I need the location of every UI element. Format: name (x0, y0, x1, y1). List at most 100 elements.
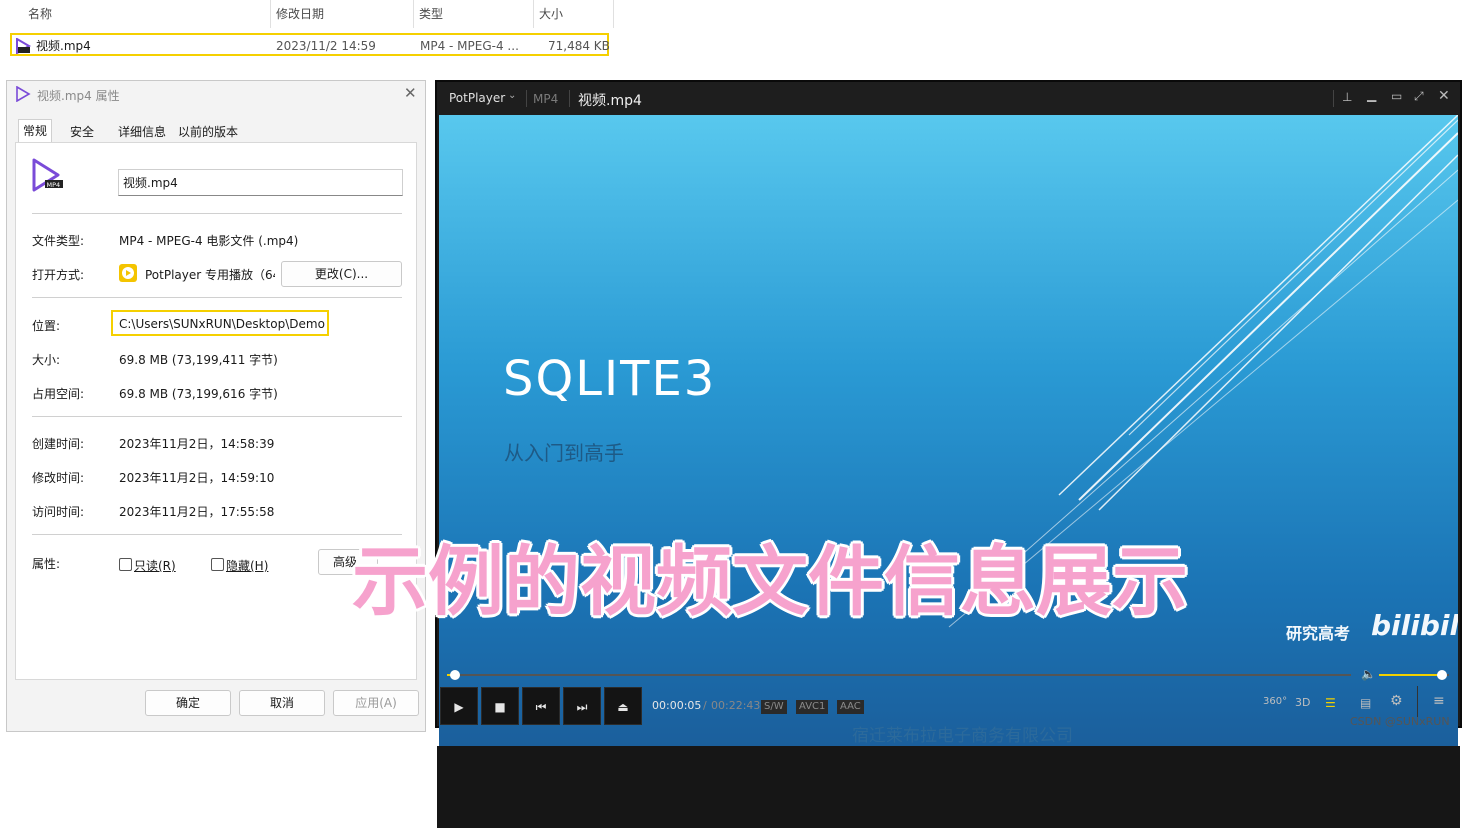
created-value: 2023年11月2日，14:58:39 (119, 437, 275, 451)
potplayer-icon (119, 264, 137, 282)
volume-icon[interactable]: 🔈 (1361, 667, 1376, 681)
slide-decoration-lines (948, 115, 1458, 628)
mp4-file-icon (15, 85, 31, 103)
accessed-label: 访问时间: (32, 505, 85, 519)
stop-button[interactable]: ■ (481, 687, 519, 725)
readonly-checkbox[interactable] (119, 558, 132, 571)
seek-handle[interactable] (449, 670, 460, 680)
modified-label: 修改时间: (32, 471, 85, 485)
file-type-value: MP4 - MPEG-4 电影文件 (.mp4) (119, 234, 299, 248)
accessed-value: 2023年11月2日，17:55:58 (119, 505, 275, 519)
video-title: 视频.mp4 (578, 93, 642, 109)
change-button[interactable]: 更改(C)... (281, 261, 402, 287)
close-icon[interactable]: ✕ (1438, 88, 1450, 104)
fullscreen-icon[interactable]: ⤢ (1414, 89, 1424, 104)
divider (32, 416, 402, 417)
settings-gear-icon[interactable]: ⚙ (1390, 693, 1403, 709)
divider (1333, 90, 1334, 107)
watermark-text: 研究高考 (1286, 624, 1351, 643)
column-size[interactable]: 大小 (539, 0, 563, 28)
tab-security[interactable]: 安全 (66, 121, 98, 143)
location-label: 位置: (32, 319, 61, 333)
apply-button[interactable]: 应用(A) (333, 690, 419, 716)
decoder-badge[interactable]: S/W (761, 700, 787, 714)
previous-button[interactable]: ⏮ (522, 687, 560, 725)
column-divider (413, 0, 414, 28)
tab-previous-versions[interactable]: 以前的版本 (174, 121, 242, 143)
divider (32, 534, 402, 535)
cancel-button[interactable]: 取消 (239, 690, 325, 716)
control-bar (437, 746, 1460, 828)
tab-details[interactable]: 详细信息 (114, 121, 170, 143)
file-size: 71,484 KB (548, 39, 610, 53)
size-label: 大小: (32, 353, 61, 367)
subtitle-icon[interactable]: ▤ (1360, 696, 1371, 710)
file-type-label: 文件类型: (32, 234, 85, 248)
playlist-search-icon[interactable]: ☰ (1325, 696, 1336, 710)
audio-codec-badge[interactable]: AAC (837, 700, 864, 714)
column-modified[interactable]: 修改日期 (276, 0, 324, 28)
slide-title: SQLITE3 (503, 351, 717, 407)
minimize-icon[interactable]: ▁ (1367, 88, 1376, 102)
column-divider (533, 0, 534, 28)
current-time: 00:00:05 (652, 699, 702, 712)
menu-icon[interactable]: ≡ (1433, 693, 1445, 709)
sort-up-icon: ⌃ (141, 0, 150, 6)
video-frame[interactable]: SQLITE3 从入门到高手 研究高考 bilibili 宿迁莱布拉电子商务有限… (439, 115, 1458, 746)
file-modified: 2023/11/2 14:59 (276, 39, 376, 53)
dialog-title: 视频.mp4 属性 (37, 89, 120, 103)
divider (32, 297, 402, 298)
player-titlebar: PotPlayer ⌄ MP4 视频.mp4 ⊥ ▁ ▭ ⤢ ✕ (437, 82, 1460, 115)
created-label: 创建时间: (32, 437, 85, 451)
filename-value: 视频.mp4 (123, 176, 178, 190)
next-button[interactable]: ⏭ (563, 687, 601, 725)
divider (526, 90, 527, 107)
disk-size-label: 占用空间: (32, 387, 85, 401)
overlay-caption: 示例的视频文件信息展示 (352, 537, 1188, 626)
column-divider (613, 0, 614, 28)
eject-button[interactable]: ⏏ (604, 687, 642, 725)
play-button[interactable]: ▶ (440, 687, 478, 725)
close-icon[interactable]: ✕ (404, 84, 417, 102)
modified-value: 2023年11月2日，14:59:10 (119, 471, 275, 485)
volume-fill (1379, 674, 1442, 676)
size-value: 69.8 MB (73,199,411 字节) (119, 353, 278, 367)
filename-field[interactable]: 视频.mp4 (118, 169, 403, 196)
column-type[interactable]: 类型 (419, 0, 443, 28)
maximize-icon[interactable]: ▭ (1391, 89, 1402, 103)
ok-button[interactable]: 确定 (145, 690, 231, 716)
potplayer-window: PotPlayer ⌄ MP4 视频.mp4 ⊥ ▁ ▭ ⤢ ✕ SQLITE3… (435, 80, 1462, 828)
mp4-large-icon: MP4 (30, 157, 66, 193)
hidden-label[interactable]: 隐藏(H) (226, 557, 268, 574)
properties-dialog: 视频.mp4 属性 ✕ 常规 安全 详细信息 以前的版本 MP4 视频.mp4 … (6, 80, 426, 732)
company-text: 宿迁莱布拉电子商务有限公司 (852, 726, 1073, 746)
mp4-file-icon (15, 37, 31, 55)
time-separator: / (703, 699, 707, 712)
format-badge: MP4 (533, 92, 559, 106)
open-with-value: PotPlayer 专用播放（64 (145, 268, 275, 282)
file-type: MP4 - MPEG-4 ... (420, 39, 519, 53)
pin-icon[interactable]: ⊥ (1342, 90, 1352, 104)
file-name[interactable]: 视频.mp4 (36, 36, 91, 56)
readonly-label[interactable]: 只读(R) (134, 557, 176, 574)
hidden-checkbox[interactable] (211, 558, 224, 571)
tab-general[interactable]: 常规 (18, 119, 53, 144)
volume-slider[interactable] (1379, 670, 1449, 680)
open-with-label: 打开方式: (32, 268, 85, 282)
column-name[interactable]: 名称 (28, 0, 52, 28)
chevron-down-icon[interactable]: ⌄ (508, 90, 516, 101)
seek-bar[interactable] (447, 670, 1351, 680)
location-value: C:\Users\SUNxRUN\Desktop\Demo (119, 317, 325, 331)
disk-size-value: 69.8 MB (73,199,616 字节) (119, 387, 278, 401)
video-codec-badge[interactable]: AVC1 (796, 700, 829, 714)
credit-watermark: CSDN @SUNxRUN (1350, 715, 1450, 728)
divider (569, 90, 570, 107)
divider (32, 213, 402, 214)
vr-360-icon[interactable]: 360° (1263, 696, 1287, 707)
total-time: 00:22:43 (711, 699, 761, 712)
3d-icon[interactable]: 3D (1295, 696, 1310, 709)
volume-handle[interactable] (1437, 670, 1447, 680)
slide-subtitle: 从入门到高手 (504, 441, 624, 465)
app-menu[interactable]: PotPlayer (449, 91, 505, 105)
bilibili-logo-icon: bilibili (1371, 609, 1458, 642)
